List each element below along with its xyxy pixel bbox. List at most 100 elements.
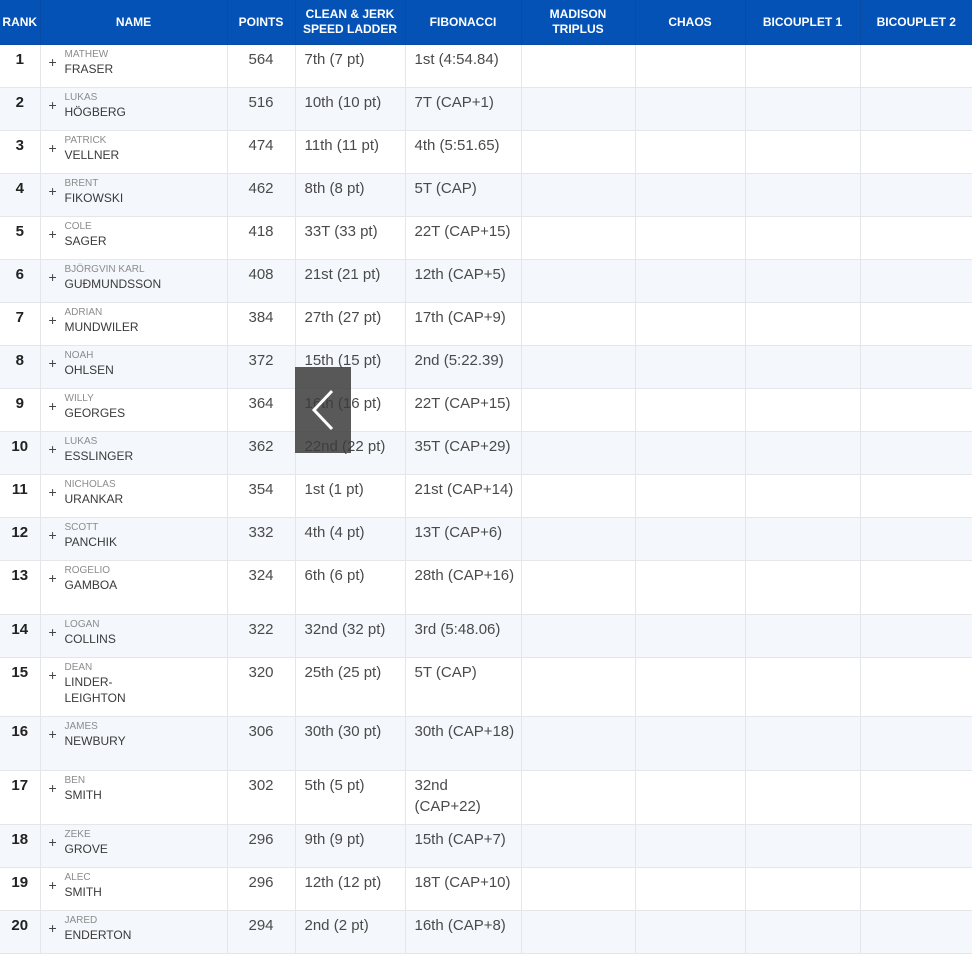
athlete-last-name[interactable]: GROVE [65, 841, 145, 857]
table-row[interactable]: 13 + ROGELIO GAMBOA 324 6th (6 pt) 28th (CAP+1… [0, 560, 972, 615]
expand-athlete-button[interactable]: + [49, 667, 65, 683]
table-row[interactable]: 17 + BEN SMITH 302 5th (5 pt) 32nd (CAP+22) [0, 770, 972, 825]
athlete-last-name[interactable]: GEORGES [65, 405, 145, 421]
athlete-last-name[interactable]: FRASER [65, 61, 145, 77]
name-cell: + ADRIAN MUNDWILER [40, 302, 228, 346]
athlete-last-name[interactable]: GUÐMUNDSSON [65, 276, 162, 292]
athlete-first-name[interactable]: ALEC [65, 872, 145, 884]
table-row[interactable]: 11 + NICHOLAS URANKAR 354 1st (1 pt) 21st (CAP… [0, 474, 972, 518]
athlete-first-name[interactable]: ZEKE [65, 829, 145, 841]
athlete-last-name[interactable]: VELLNER [65, 147, 145, 163]
athlete-first-name[interactable]: BJÖRGVIN KARL [65, 264, 145, 276]
header-clean-jerk[interactable]: CLEAN & JERK SPEED LADDER [295, 0, 406, 45]
athlete-first-name[interactable]: MATHEW [65, 49, 145, 61]
expand-athlete-button[interactable]: + [49, 834, 65, 850]
athlete-first-name[interactable]: BRENT [65, 178, 145, 190]
expand-athlete-button[interactable]: + [49, 398, 65, 414]
table-row[interactable]: 16 + JAMES NEWBURY 306 30th (30 pt) 30th (CAP+… [0, 716, 972, 771]
athlete-first-name[interactable]: ADRIAN [65, 307, 145, 319]
athlete-first-name[interactable]: JAMES [65, 721, 145, 733]
athlete-last-name[interactable]: OHLSEN [65, 362, 145, 378]
table-row[interactable]: 12 + SCOTT PANCHIK 332 4th (4 pt) 13T (CAP+6) [0, 517, 972, 561]
athlete-first-name[interactable]: WILLY [65, 393, 145, 405]
table-row[interactable]: 3 + PATRICK VELLNER 474 11th (11 pt) 4th (5:51… [0, 130, 972, 174]
athlete-first-name[interactable]: SCOTT [65, 522, 145, 534]
table-row[interactable]: 15 + DEAN LINDER-LEIGHTON 320 25th (25 pt) 5T … [0, 657, 972, 717]
athlete-last-name[interactable]: COLLINS [65, 631, 145, 647]
expand-athlete-button[interactable]: + [49, 269, 65, 285]
expand-athlete-button[interactable]: + [49, 355, 65, 371]
table-row[interactable]: 5 + COLE SAGER 418 33T (33 pt) 22T (CAP+15) [0, 216, 972, 260]
expand-athlete-button[interactable]: + [49, 570, 65, 586]
table-row[interactable]: 8 + NOAH OHLSEN 372 15th (15 pt) 2nd (5:22.39) [0, 345, 972, 389]
table-row[interactable]: 9+WILLYGEORGES36416th (16 pt)22T (CAP+15… [0, 388, 972, 432]
expand-athlete-button[interactable]: + [49, 226, 65, 242]
athlete-last-name[interactable]: ENDERTON [65, 927, 145, 943]
fibonacci-result: 18T (CAP+10) [414, 874, 511, 891]
expand-athlete-button[interactable]: + [49, 877, 65, 893]
table-row[interactable]: 2 + LUKAS HÖGBERG 516 10th (10 pt) 7T (CAP+1) [0, 87, 972, 131]
table-row[interactable]: 18 + ZEKE GROVE 296 9th (9 pt) 15th (CAP+7) [0, 824, 972, 868]
athlete-last-name[interactable]: HÖGBERG [65, 104, 145, 120]
expand-athlete-button[interactable]: + [49, 441, 65, 457]
header-name[interactable]: NAME [40, 0, 228, 45]
athlete-first-name[interactable]: NICHOLAS [65, 479, 145, 491]
header-rank[interactable]: RANK [0, 0, 41, 45]
athlete-first-name[interactable]: ROGELIO [65, 565, 145, 577]
expand-athlete-button[interactable]: + [49, 484, 65, 500]
athlete-first-name[interactable]: LOGAN [65, 619, 145, 631]
clean-jerk-result: 8th (8 pt) [304, 180, 365, 197]
athlete-first-name[interactable]: LUKAS [65, 436, 145, 448]
athlete-first-name[interactable]: NOAH [65, 350, 145, 362]
table-row[interactable]: 1 + MATHEW FRASER 564 7th (7 pt) 1st (4:54.84) [0, 44, 972, 88]
fibonacci-result: 22T (CAP+15) [414, 223, 511, 240]
athlete-last-name[interactable]: ESSLINGER [65, 448, 145, 464]
table-row[interactable]: 6 + BJÖRGVIN KARL GUÐMUNDSSON 408 21st (21 pt… [0, 259, 972, 303]
header-bicouplet-1[interactable]: BICOUPLET 1 [745, 0, 861, 45]
fibonacci-result: 7T (CAP+1) [414, 94, 494, 111]
expand-athlete-button[interactable]: + [49, 726, 65, 742]
athlete-first-name[interactable]: LUKAS [65, 92, 145, 104]
athlete-first-name[interactable]: COLE [65, 221, 145, 233]
header-points[interactable]: POINTS [227, 0, 296, 45]
athlete-last-name[interactable]: MUNDWILER [65, 319, 145, 335]
athlete-last-name[interactable]: SMITH [65, 787, 145, 803]
athlete-last-name[interactable]: FIKOWSKI [65, 190, 145, 206]
bicouplet-1-cell [745, 867, 861, 911]
expand-athlete-button[interactable]: + [49, 920, 65, 936]
bicouplet-1-cell [745, 173, 861, 217]
athlete-last-name[interactable]: NEWBURY [65, 733, 145, 749]
athlete-first-name[interactable]: JARED [65, 915, 145, 927]
expand-athlete-button[interactable]: + [49, 312, 65, 328]
expand-athlete-button[interactable]: + [49, 140, 65, 156]
table-row[interactable]: 10+LUKASESSLINGER36222nd (22 pt)35T (CAP… [0, 431, 972, 475]
bicouplet-1-cell [745, 259, 861, 303]
header-madison-triplus[interactable]: MADISON TRIPLUS [521, 0, 636, 45]
athlete-first-name[interactable]: PATRICK [65, 135, 145, 147]
athlete-last-name[interactable]: LINDER-LEIGHTON [65, 674, 145, 706]
athlete-last-name[interactable]: GAMBOA [65, 577, 145, 593]
athlete-last-name[interactable]: PANCHIK [65, 534, 145, 550]
header-bicouplet-2[interactable]: BICOUPLET 2 [860, 0, 972, 45]
athlete-last-name[interactable]: SAGER [65, 233, 145, 249]
fibonacci-cell: 16th (CAP+8) [405, 910, 522, 954]
header-chaos[interactable]: CHAOS [635, 0, 746, 45]
table-row[interactable]: 20 + JARED ENDERTON 294 2nd (2 pt) 16th (CAP+8… [0, 910, 972, 954]
previous-page-button[interactable] [295, 367, 351, 453]
athlete-last-name[interactable]: URANKAR [65, 491, 145, 507]
header-fibonacci[interactable]: FIBONACCI [405, 0, 522, 45]
table-row[interactable]: 7 + ADRIAN MUNDWILER 384 27th (27 pt) 17th (CA… [0, 302, 972, 346]
table-row[interactable]: 19 + ALEC SMITH 296 12th (12 pt) 18T (CAP+10) [0, 867, 972, 911]
expand-athlete-button[interactable]: + [49, 624, 65, 640]
clean-jerk-cell: 12th (12 pt) [295, 867, 406, 911]
athlete-first-name[interactable]: BEN [65, 775, 145, 787]
athlete-first-name[interactable]: DEAN [65, 662, 145, 674]
expand-athlete-button[interactable]: + [49, 54, 65, 70]
expand-athlete-button[interactable]: + [49, 527, 65, 543]
athlete-last-name[interactable]: SMITH [65, 884, 145, 900]
expand-athlete-button[interactable]: + [49, 780, 65, 796]
table-row[interactable]: 14 + LOGAN COLLINS 322 32nd (32 pt) 3rd (5:48.… [0, 614, 972, 658]
expand-athlete-button[interactable]: + [49, 183, 65, 199]
table-row[interactable]: 4 + BRENT FIKOWSKI 462 8th (8 pt) 5T (CAP) [0, 173, 972, 217]
expand-athlete-button[interactable]: + [49, 97, 65, 113]
